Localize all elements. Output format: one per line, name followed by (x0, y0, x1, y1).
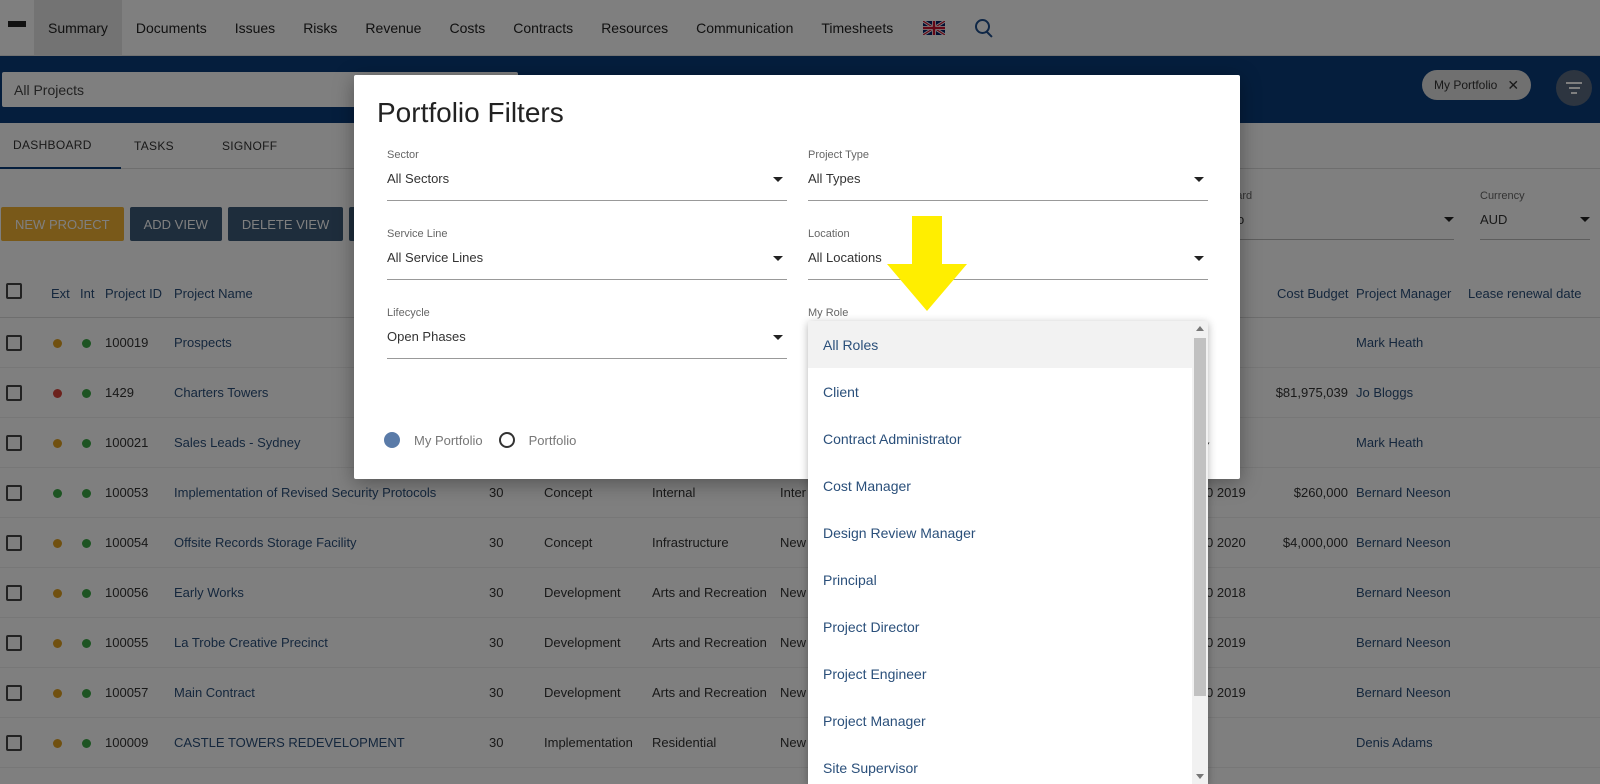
project-type-select[interactable]: Project Type All Types (808, 149, 1208, 201)
project-type-value: All Types (808, 171, 861, 186)
dropdown-scrollbar[interactable] (1192, 321, 1208, 784)
portfolio-radio-label: Portfolio (528, 432, 577, 448)
service-line-label: Service Line (387, 228, 448, 240)
project-type-label: Project Type (808, 149, 869, 161)
my-portfolio-radio[interactable] (384, 432, 400, 448)
location-value: All Locations (808, 250, 882, 265)
my-role-select[interactable]: My Role (808, 307, 1208, 319)
lifecycle-select[interactable]: Lifecycle Open Phases (387, 307, 787, 359)
role-option[interactable]: All Roles (808, 321, 1192, 368)
lifecycle-label: Lifecycle (387, 307, 430, 319)
role-option[interactable]: Project Manager (808, 697, 1192, 744)
chevron-down-icon (1194, 256, 1204, 261)
role-option[interactable]: Contract Administrator (808, 415, 1192, 462)
sector-value: All Sectors (387, 171, 450, 186)
scroll-thumb[interactable] (1194, 338, 1206, 696)
role-option[interactable]: Project Engineer (808, 650, 1192, 697)
scroll-down-icon[interactable] (1196, 774, 1204, 779)
role-option[interactable]: Client (808, 368, 1192, 415)
role-dropdown: All Roles Client Contract Administrator Cos… (808, 321, 1208, 784)
chevron-down-icon (773, 335, 783, 340)
my-portfolio-radio-label: My Portfolio (414, 432, 483, 448)
lifecycle-value: Open Phases (387, 329, 466, 344)
portfolio-radio[interactable] (498, 432, 515, 448)
sector-label: Sector (387, 149, 419, 161)
dialog-title: Portfolio Filters (377, 97, 564, 128)
chevron-down-icon (1194, 177, 1204, 182)
portfolio-radio-group: My Portfolio Portfolio (384, 432, 592, 448)
yellow-down-arrow (887, 216, 967, 311)
location-label: Location (808, 228, 850, 240)
sector-select[interactable]: Sector All Sectors (387, 149, 787, 201)
service-line-select[interactable]: Service Line All Service Lines (387, 228, 787, 280)
chevron-down-icon (773, 177, 783, 182)
chevron-down-icon (773, 256, 783, 261)
role-option[interactable]: Cost Manager (808, 462, 1192, 509)
scroll-up-icon[interactable] (1196, 326, 1204, 331)
service-line-value: All Service Lines (387, 250, 484, 265)
location-select[interactable]: Location All Locations (808, 228, 1208, 280)
role-option[interactable]: Project Director (808, 603, 1192, 650)
role-option[interactable]: Design Review Manager (808, 509, 1192, 556)
role-option[interactable]: Principal (808, 556, 1192, 603)
my-role-label: My Role (808, 307, 849, 319)
role-option[interactable]: Site Supervisor (808, 744, 1192, 784)
